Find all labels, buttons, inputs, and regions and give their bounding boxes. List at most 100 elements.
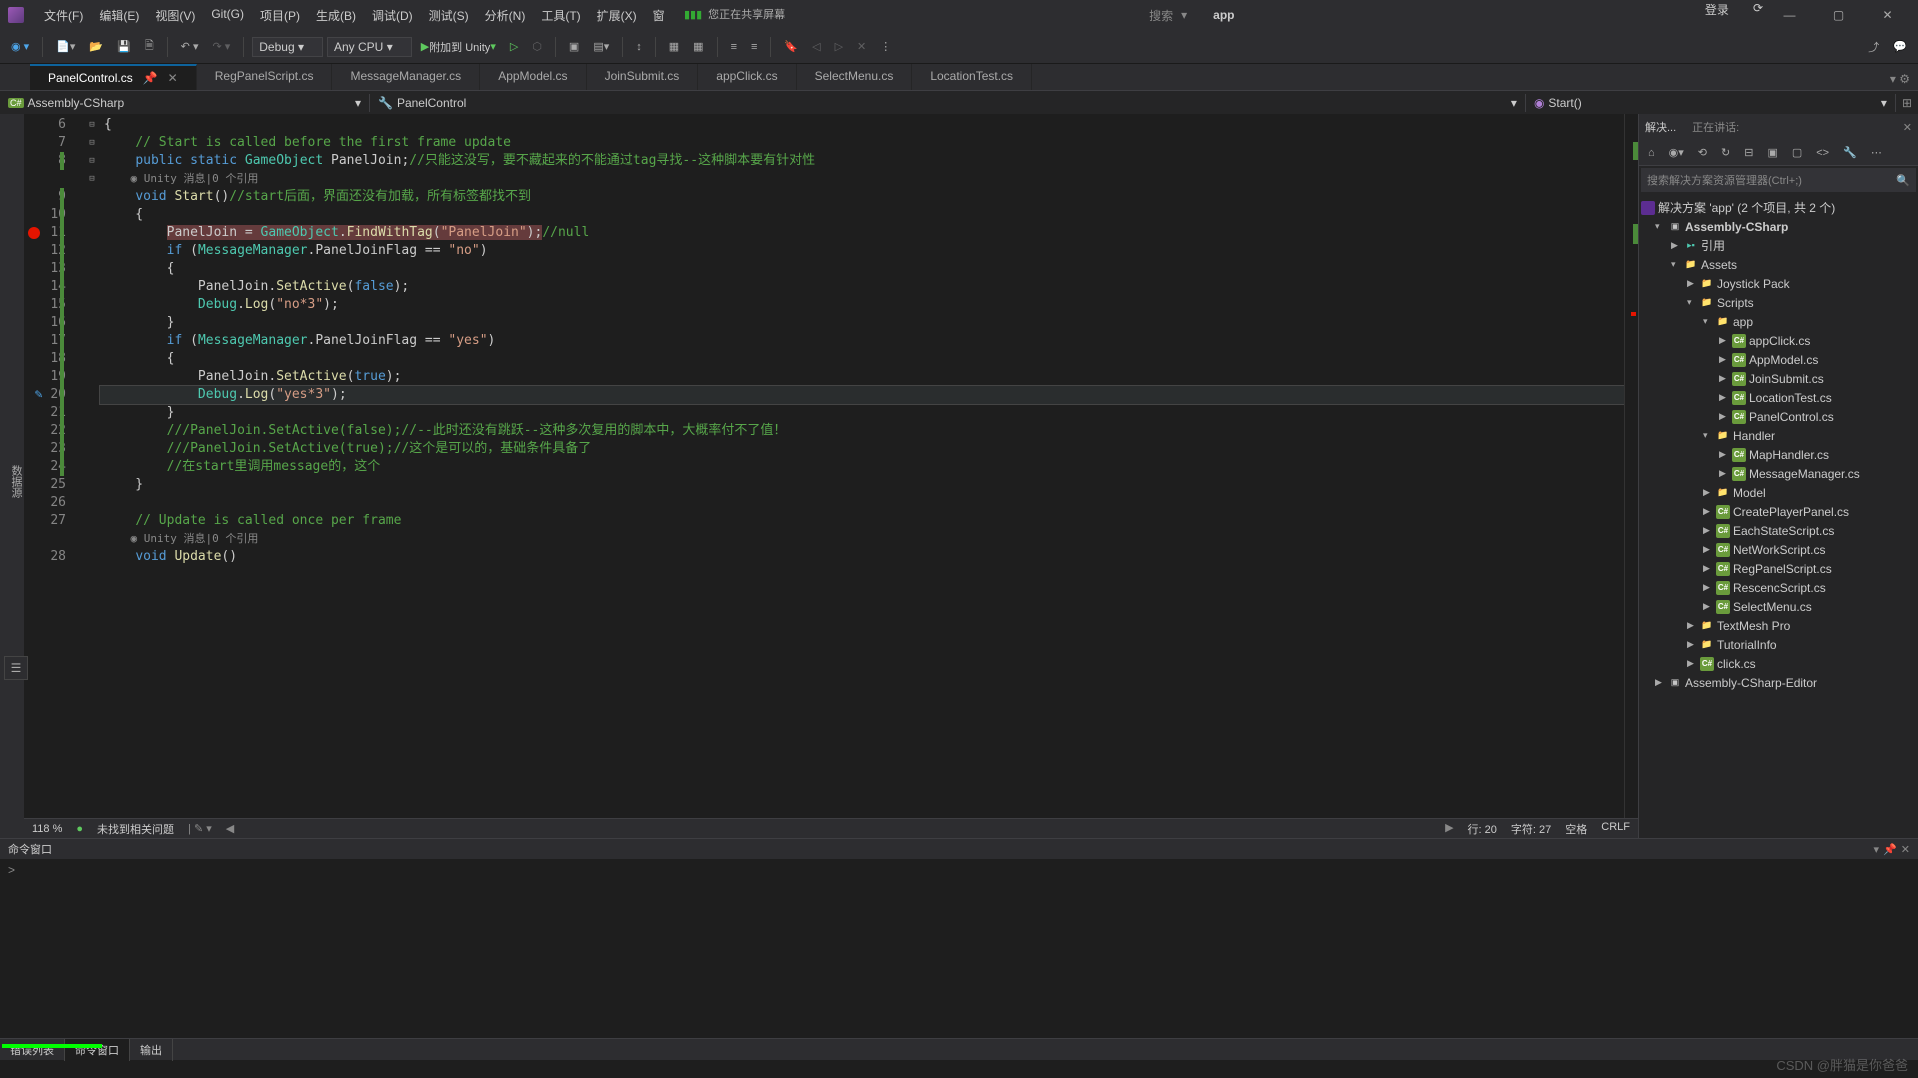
share-button[interactable]: ⤴ bbox=[1863, 36, 1884, 58]
sync-icon[interactable]: ⟳ bbox=[1753, 1, 1763, 29]
menu-item[interactable]: 分析(N) bbox=[477, 3, 534, 28]
bookmark-clear[interactable]: ✕ bbox=[852, 37, 871, 56]
tree-node[interactable]: ▶C#EachStateScript.cs bbox=[1639, 521, 1918, 540]
tb-e[interactable]: ▦ bbox=[688, 37, 708, 56]
tree-node[interactable]: ▶📁Joystick Pack bbox=[1639, 274, 1918, 293]
tree-node[interactable]: ▶▸▪引用 bbox=[1639, 236, 1918, 255]
col-label[interactable]: 字符: 27 bbox=[1511, 821, 1551, 837]
menu-item[interactable]: 工具(T) bbox=[533, 3, 588, 28]
bottom-tab[interactable]: 命令窗口 bbox=[65, 1039, 130, 1061]
pin-icon[interactable]: 📌 bbox=[1883, 843, 1897, 856]
tree-node[interactable]: ▾📁Handler bbox=[1639, 426, 1918, 445]
tb-f[interactable]: ≡ bbox=[726, 38, 742, 56]
feedback-button[interactable]: 💬 bbox=[1888, 37, 1912, 56]
tree-node[interactable]: ▶C#MapHandler.cs bbox=[1639, 445, 1918, 464]
showall-icon[interactable]: ▣ bbox=[1762, 143, 1782, 162]
document-tab[interactable]: appClick.cs bbox=[698, 64, 796, 90]
solution-search[interactable]: 搜索解决方案资源管理器(Ctrl+;) 🔍 bbox=[1641, 168, 1916, 192]
more-icon[interactable]: ⋯ bbox=[1866, 143, 1887, 162]
overflow-icon[interactable]: ⋮ bbox=[875, 37, 896, 56]
tree-node[interactable]: ▶C#appClick.cs bbox=[1639, 331, 1918, 350]
menu-item[interactable]: 文件(F) bbox=[36, 3, 91, 28]
tb-b[interactable]: ▤▾ bbox=[588, 37, 614, 56]
tree-node[interactable]: ▶▣Assembly-CSharp-Editor bbox=[1639, 673, 1918, 692]
solution-tab[interactable]: 解决... bbox=[1645, 119, 1676, 135]
document-tab[interactable]: JoinSubmit.cs bbox=[587, 64, 699, 90]
new-button[interactable]: 📄▾ bbox=[51, 37, 80, 56]
nav-project-dropdown[interactable]: C# Assembly-CSharp ▾ bbox=[0, 94, 370, 112]
bookmark-prev[interactable]: ◁ bbox=[807, 37, 825, 56]
line-label[interactable]: 行: 20 bbox=[1468, 821, 1497, 837]
nav-member-dropdown[interactable]: ◉ Start() ▾ bbox=[1526, 94, 1896, 112]
start-debug-button[interactable]: ▶ 附加到 Unity ▾ bbox=[416, 36, 501, 58]
panel-close-icon[interactable]: ✕ bbox=[1903, 121, 1912, 134]
document-tab[interactable]: SelectMenu.cs bbox=[797, 64, 913, 90]
close-icon[interactable]: ✕ bbox=[1901, 843, 1910, 856]
tree-node[interactable]: ▾▣Assembly-CSharp bbox=[1639, 217, 1918, 236]
refresh-icon[interactable]: ↻ bbox=[1716, 143, 1735, 162]
menu-item[interactable]: 扩展(X) bbox=[589, 3, 645, 28]
issues-label[interactable]: 未找到相关问题 bbox=[97, 821, 174, 837]
minimize-button[interactable]: — bbox=[1767, 1, 1812, 29]
tree-node[interactable]: ▶C#SelectMenu.cs bbox=[1639, 597, 1918, 616]
sync-icon[interactable]: ⟲ bbox=[1693, 143, 1712, 162]
command-window-body[interactable]: > bbox=[0, 859, 1918, 1038]
menu-item[interactable]: Git(G) bbox=[203, 3, 252, 28]
open-button[interactable]: 📂 bbox=[84, 37, 108, 56]
tree-node[interactable]: ▾📁Assets bbox=[1639, 255, 1918, 274]
tree-node[interactable]: ▶📁TutorialInfo bbox=[1639, 635, 1918, 654]
tree-node[interactable]: ▶C#LocationTest.cs bbox=[1639, 388, 1918, 407]
tb-a[interactable]: ▣ bbox=[564, 37, 584, 56]
code-text[interactable]: { // Start is called before the first fr… bbox=[100, 114, 1624, 818]
nav-class-dropdown[interactable]: 🔧 PanelControl ▾ bbox=[370, 94, 1526, 112]
code-icon[interactable]: <> bbox=[1811, 144, 1834, 162]
tb-g[interactable]: ≡ bbox=[746, 38, 762, 56]
menu-item[interactable]: 调试(D) bbox=[364, 3, 421, 28]
tree-node[interactable]: ▶C#NetWorkScript.cs bbox=[1639, 540, 1918, 559]
undo-button[interactable]: ↶ ▾ bbox=[176, 37, 204, 56]
menu-item[interactable]: 窗 bbox=[645, 3, 673, 28]
document-tab[interactable]: LocationTest.cs bbox=[912, 64, 1032, 90]
collapse-icon[interactable]: ⊟ bbox=[1739, 143, 1758, 162]
tree-node[interactable]: ▶C#RegPanelScript.cs bbox=[1639, 559, 1918, 578]
overview-ruler[interactable] bbox=[1624, 114, 1638, 818]
indent-label[interactable]: 空格 bbox=[1565, 821, 1587, 837]
menu-item[interactable]: 编辑(E) bbox=[91, 3, 147, 28]
menu-item[interactable]: 项目(P) bbox=[252, 3, 308, 28]
wrench-icon[interactable]: 🔧 bbox=[1838, 143, 1862, 162]
bookmark-icon[interactable]: 🔖 bbox=[779, 37, 803, 56]
tree-node[interactable]: ▶C#CreatePlayerPanel.cs bbox=[1639, 502, 1918, 521]
tree-node[interactable]: ▶C#AppModel.cs bbox=[1639, 350, 1918, 369]
tree-node[interactable]: ▶C#JoinSubmit.cs bbox=[1639, 369, 1918, 388]
save-button[interactable]: 💾 bbox=[112, 37, 136, 56]
home-icon[interactable]: ⌂ bbox=[1643, 144, 1660, 162]
props-icon[interactable]: ▢ bbox=[1787, 143, 1807, 162]
config-dropdown[interactable]: Debug ▾ bbox=[252, 37, 323, 57]
fold-gutter[interactable]: ⊟⊟⊟⊟ bbox=[84, 114, 100, 818]
redo-button[interactable]: ↷ ▾ bbox=[207, 37, 235, 56]
menu-item[interactable]: 视图(V) bbox=[147, 3, 203, 28]
tree-node[interactable]: ▶C#MessageManager.cs bbox=[1639, 464, 1918, 483]
tree-node[interactable]: ▶C#click.cs bbox=[1639, 654, 1918, 673]
menu-item[interactable]: 测试(S) bbox=[421, 3, 477, 28]
tab-overflow[interactable]: ▾ ⚙ bbox=[1882, 68, 1918, 90]
save-all-button[interactable]: 🗎 bbox=[140, 34, 159, 59]
left-toolwindow-tabs[interactable]: 数据源 bbox=[0, 114, 24, 838]
document-tab[interactable]: RegPanelScript.cs bbox=[197, 64, 333, 90]
view-switch-icon[interactable]: ◉▾ bbox=[1664, 143, 1689, 162]
title-search[interactable]: 搜索▾ bbox=[1143, 5, 1193, 26]
document-tab[interactable]: PanelControl.cs📌✕ bbox=[30, 64, 197, 90]
nav-back-button[interactable]: ◉ ▾ bbox=[6, 37, 34, 56]
platform-dropdown[interactable]: Any CPU ▾ bbox=[327, 37, 412, 57]
bottom-tab[interactable]: 输出 bbox=[130, 1039, 173, 1061]
zoom-label[interactable]: 118 % bbox=[32, 823, 62, 835]
maximize-button[interactable]: ▢ bbox=[1816, 1, 1861, 29]
document-tab[interactable]: MessageManager.cs bbox=[332, 64, 480, 90]
tree-node[interactable]: ▶📁TextMesh Pro bbox=[1639, 616, 1918, 635]
bookmark-next[interactable]: ▷ bbox=[830, 37, 848, 56]
document-tab[interactable]: AppModel.cs bbox=[480, 64, 586, 90]
dropdown-icon[interactable]: ▾ bbox=[1874, 843, 1880, 856]
bottom-tab[interactable]: 错误列表 bbox=[0, 1039, 65, 1061]
solution-node[interactable]: 解决方案 'app' (2 个项目, 共 2 个) bbox=[1639, 198, 1918, 217]
tool-1[interactable]: ⬡ bbox=[527, 37, 547, 56]
